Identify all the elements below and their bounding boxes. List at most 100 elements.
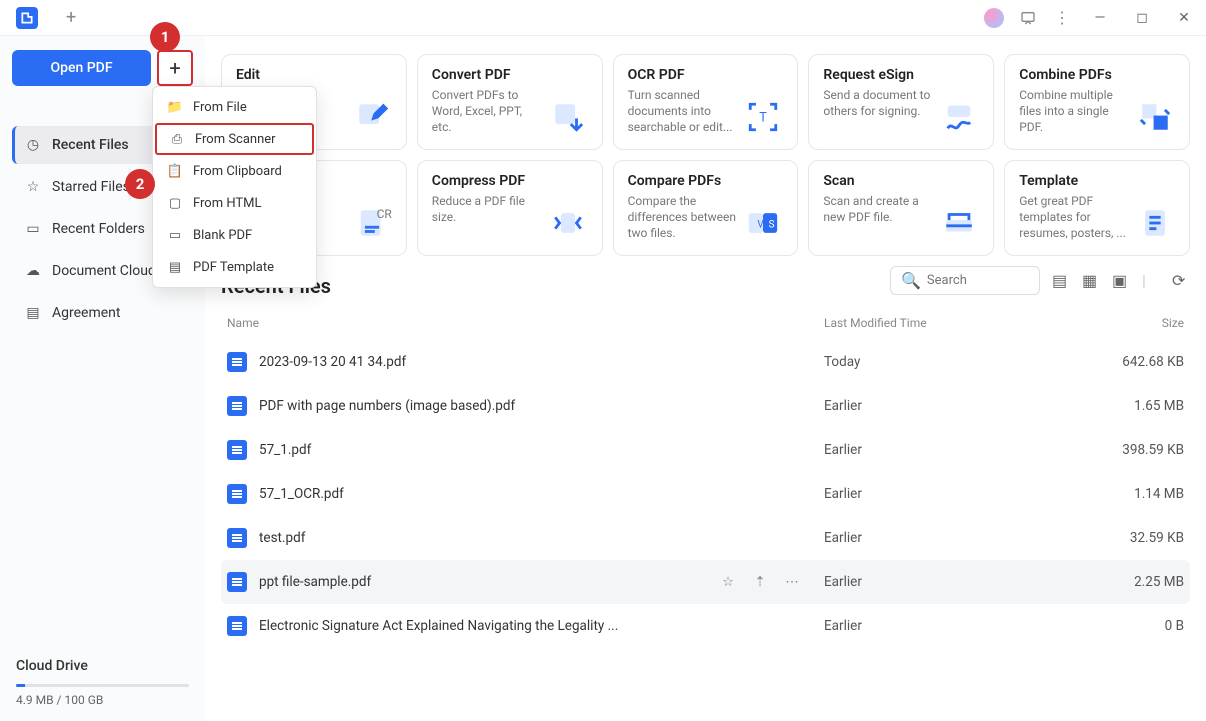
file-name: Electronic Signature Act Explained Navig… — [259, 618, 824, 634]
card-compress[interactable]: Compress PDFReduce a PDF file size. — [417, 160, 603, 256]
search-icon: 🔍 — [901, 271, 921, 290]
scanner-icon: ⎙ — [169, 131, 185, 147]
menu-label: From HTML — [193, 196, 262, 211]
blank-icon: ▭ — [167, 227, 183, 243]
svg-text:S: S — [769, 219, 775, 230]
file-size: 2.25 MB — [1084, 574, 1184, 590]
file-modified: Earlier — [824, 486, 1084, 502]
file-modified: Earlier — [824, 398, 1084, 414]
cloud-usage-text: 4.9 MB / 100 GB — [12, 693, 193, 707]
menu-pdf-template[interactable]: ▤PDF Template — [153, 251, 316, 283]
menu-label: From Clipboard — [193, 164, 282, 179]
more-icon[interactable]: ⋯ — [784, 574, 800, 590]
file-name: test.pdf — [259, 530, 824, 546]
menu-from-clipboard[interactable]: 📋From Clipboard — [153, 155, 316, 187]
menu-from-file[interactable]: 📁From File — [153, 91, 316, 123]
compare-icon: VS — [743, 203, 783, 243]
close-button[interactable]: ✕ — [1170, 10, 1198, 26]
upload-icon[interactable]: ⇡ — [752, 574, 768, 590]
card-partial-text: CR — [377, 207, 392, 221]
sidebar-item-label: Starred Files — [52, 179, 130, 195]
open-pdf-button[interactable]: Open PDF — [12, 50, 151, 86]
file-row[interactable]: 57_1.pdf ☆ ⇡ ⋯ Earlier 398.59 KB — [221, 428, 1190, 472]
file-size: 0 B — [1084, 618, 1184, 634]
file-size: 1.65 MB — [1084, 398, 1184, 414]
template-icon — [1135, 203, 1175, 243]
file-list: 2023-09-13 20 41 34.pdf ☆ ⇡ ⋯ Today 642.… — [221, 340, 1190, 648]
star-icon[interactable]: ☆ — [720, 574, 736, 590]
card-desc: Convert PDFs to Word, Excel, PPT, etc. — [432, 87, 542, 136]
search-box[interactable]: 🔍 — [890, 266, 1040, 295]
card-ocr[interactable]: OCR PDF Turn scanned documents into searc… — [613, 54, 799, 150]
card-title: Template — [1019, 173, 1129, 189]
file-row[interactable]: Electronic Signature Act Explained Navig… — [221, 604, 1190, 648]
card-title: Compare PDFs — [628, 173, 738, 189]
sidebar-item-label: Document Cloud — [52, 263, 156, 279]
pdf-file-icon — [227, 484, 247, 504]
file-modified: Earlier — [824, 574, 1084, 590]
list-view-icon[interactable]: ▤ — [1052, 271, 1070, 289]
file-name: 57_1_OCR.pdf — [259, 486, 824, 502]
card-desc: Get great PDF templates for resumes, pos… — [1019, 193, 1129, 242]
col-size: Size — [1084, 316, 1184, 330]
create-pdf-menu: 2 📁From File ⎙From Scanner 📋From Clipboa… — [152, 86, 317, 288]
sidebar-item-label: Recent Files — [52, 137, 129, 153]
edit-icon — [352, 97, 392, 137]
titlebar: + ⋮ — ◻ ✕ — [0, 0, 1206, 36]
sidebar-item-label: Agreement — [52, 305, 120, 321]
menu-from-html[interactable]: ▢From HTML — [153, 187, 316, 219]
avatar-icon[interactable] — [984, 8, 1004, 28]
grid-view-icon[interactable]: ▦ — [1082, 271, 1100, 289]
file-name: ppt file-sample.pdf — [259, 574, 720, 590]
file-size: 32.59 KB — [1084, 530, 1184, 546]
card-title: Request eSign — [823, 67, 933, 83]
card-combine[interactable]: Combine PDFs Combine multiple files into … — [1004, 54, 1190, 150]
pdf-file-icon — [227, 528, 247, 548]
compress-icon — [548, 203, 588, 243]
menu-from-scanner[interactable]: ⎙ From Scanner — [155, 123, 314, 155]
card-title: Scan — [823, 173, 933, 189]
svg-text:T: T — [760, 110, 768, 125]
calendar-view-icon[interactable]: ▣ — [1112, 271, 1130, 289]
file-row[interactable]: PDF with page numbers (image based).pdf … — [221, 384, 1190, 428]
template-icon: ▤ — [167, 259, 183, 275]
file-row[interactable]: ppt file-sample.pdf ☆ ⇡ ⋯ Earlier 2.25 M… — [221, 560, 1190, 604]
action-grid: EditEdit texts and Convert PDFConvert PD… — [221, 54, 1190, 256]
col-modified: Last Modified Time — [824, 316, 1084, 330]
card-template[interactable]: Template Get great PDF templates for resu… — [1004, 160, 1190, 256]
col-name: Name — [227, 316, 824, 330]
file-size: 642.68 KB — [1084, 354, 1184, 370]
minimize-button[interactable]: — — [1086, 10, 1114, 26]
callout-badge-1: 1 — [150, 22, 180, 52]
file-row[interactable]: test.pdf ☆ ⇡ ⋯ Earlier 32.59 KB — [221, 516, 1190, 560]
refresh-icon[interactable]: ⟳ — [1172, 271, 1190, 289]
file-name: 2023-09-13 20 41 34.pdf — [259, 354, 824, 370]
card-desc: Reduce a PDF file size. — [432, 193, 542, 225]
card-desc: Turn scanned documents into searchable o… — [628, 87, 738, 136]
card-scan[interactable]: ScanScan and create a new PDF file. — [808, 160, 994, 256]
sidebar-item-label: Recent Folders — [52, 221, 145, 237]
file-modified: Earlier — [824, 442, 1084, 458]
file-name: 57_1.pdf — [259, 442, 824, 458]
file-row[interactable]: 57_1_OCR.pdf ☆ ⇡ ⋯ Earlier 1.14 MB — [221, 472, 1190, 516]
chat-icon[interactable] — [1018, 8, 1038, 28]
pdf-file-icon — [227, 616, 247, 636]
create-pdf-button[interactable]: + — [157, 50, 193, 86]
maximize-button[interactable]: ◻ — [1128, 10, 1156, 26]
card-desc: Combine multiple files into a single PDF… — [1019, 87, 1129, 136]
card-title: OCR PDF — [628, 67, 738, 83]
search-input[interactable] — [927, 273, 1029, 288]
new-tab-button[interactable]: + — [66, 7, 76, 28]
card-title: Combine PDFs — [1019, 67, 1129, 83]
file-row[interactable]: 2023-09-13 20 41 34.pdf ☆ ⇡ ⋯ Today 642.… — [221, 340, 1190, 384]
kebab-menu-icon[interactable]: ⋮ — [1052, 8, 1072, 28]
menu-label: From Scanner — [195, 132, 276, 147]
menu-blank-pdf[interactable]: ▭Blank PDF — [153, 219, 316, 251]
card-desc: Compare the differences between two file… — [628, 193, 738, 242]
card-convert[interactable]: Convert PDFConvert PDFs to Word, Excel, … — [417, 54, 603, 150]
content-area: EditEdit texts and Convert PDFConvert PD… — [205, 36, 1206, 721]
card-compare[interactable]: Compare PDFs Compare the differences betw… — [613, 160, 799, 256]
sidebar-item-agreement[interactable]: ▤Agreement — [12, 294, 193, 332]
scan-icon — [939, 203, 979, 243]
card-esign[interactable]: Request eSignSend a document to others f… — [808, 54, 994, 150]
